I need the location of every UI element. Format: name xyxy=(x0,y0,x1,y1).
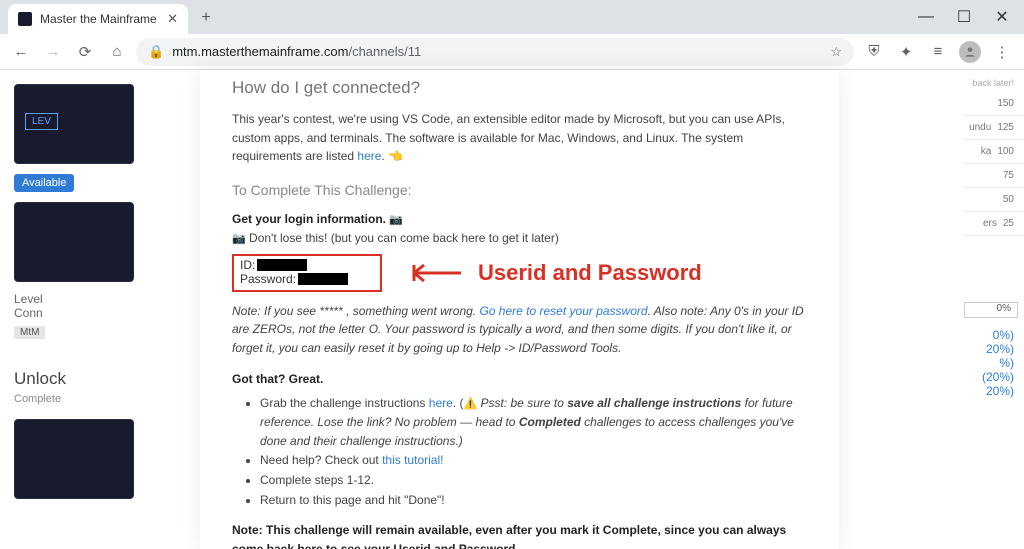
level-card[interactable]: LEV xyxy=(14,84,134,164)
tab-title: Master the Mainframe xyxy=(40,12,157,26)
name-frag: undu xyxy=(969,122,991,133)
credentials-box: ID: Password: xyxy=(232,254,382,292)
minimize-icon[interactable]: — xyxy=(908,3,944,31)
stat-link[interactable]: 20%) xyxy=(964,342,1024,356)
sub-heading: To Complete This Challenge: xyxy=(232,182,807,198)
stat-link[interactable]: (20%) xyxy=(964,370,1024,384)
score: 100 xyxy=(997,146,1014,157)
score: 150 xyxy=(997,98,1014,109)
extensions-icon[interactable]: ✦ xyxy=(892,39,920,65)
card-label: Conn xyxy=(14,306,190,320)
password-label: Password: xyxy=(240,272,296,286)
annotation: Userid and Password xyxy=(406,260,702,286)
window-controls: — ☐ ✕ xyxy=(908,0,1024,34)
password-redacted xyxy=(298,273,348,285)
shield-icon[interactable]: ⛨ xyxy=(860,39,888,65)
page-body: LEV Available Level Conn MtM Unlock Comp… xyxy=(0,70,1024,549)
list-item: Need help? Check out this tutorial! xyxy=(260,451,807,470)
forward-icon[interactable]: → xyxy=(40,39,66,65)
note-reset: Note: If you see ***** , something went … xyxy=(232,302,807,358)
dont-lose-line: 📷 Don't lose this! (but you can come bac… xyxy=(232,229,807,248)
home-icon[interactable]: ⌂ xyxy=(104,39,130,65)
maximize-icon[interactable]: ☐ xyxy=(946,3,982,31)
heading-connected: How do I get connected? xyxy=(232,78,807,98)
instructions-link[interactable]: here xyxy=(429,396,453,410)
mtm-tag: MtM xyxy=(14,326,45,339)
text: Don't lose this! (but you can come back … xyxy=(246,231,559,245)
card-label: Level xyxy=(14,292,190,306)
reload-icon[interactable]: ⟳ xyxy=(72,39,98,65)
back-later-text: back later! xyxy=(964,70,1024,92)
text-bold: Completed xyxy=(519,415,581,429)
new-tab-button[interactable]: + xyxy=(194,6,218,30)
text: Note: If you see ***** , something went … xyxy=(232,304,479,318)
browser-tab[interactable]: Master the Mainframe ✕ xyxy=(8,4,188,34)
annotation-text: Userid and Password xyxy=(478,260,702,286)
unlock-sub: Complete xyxy=(14,393,190,405)
challenge-modal: How do I get connected? This year's cont… xyxy=(200,70,839,549)
text: . ( xyxy=(453,396,464,410)
list-item: Complete steps 1-12. xyxy=(260,471,807,490)
score: 25 xyxy=(1003,218,1014,229)
text: Psst: be sure to xyxy=(477,396,567,410)
level-card[interactable] xyxy=(14,419,134,499)
system-req-link[interactable]: here xyxy=(357,149,381,163)
level-card[interactable] xyxy=(14,202,134,282)
browser-navbar: ← → ⟳ ⌂ 🔒 mtm.masterthemainframe.com/cha… xyxy=(0,34,1024,70)
unlock-heading: Unlock xyxy=(14,369,190,389)
progress-text: 0% xyxy=(997,303,1011,314)
background-sidebar: LEV Available Level Conn MtM Unlock Comp… xyxy=(0,70,190,549)
text: Grab the challenge instructions xyxy=(260,396,429,410)
score: 50 xyxy=(1003,194,1014,205)
address-bar[interactable]: 🔒 mtm.masterthemainframe.com/channels/11… xyxy=(136,38,854,66)
text: This year's contest, we're using VS Code… xyxy=(232,112,785,163)
score: 125 xyxy=(997,122,1014,133)
stat-link[interactable]: 20%) xyxy=(964,384,1024,398)
steps-list: Grab the challenge instructions here. (⚠… xyxy=(260,394,807,509)
stat-link[interactable]: 0%) xyxy=(964,328,1024,342)
lock-icon: 🔒 xyxy=(148,44,164,60)
pointing-hand-icon: 👈 xyxy=(388,149,403,163)
got-that: Got that? Great. xyxy=(232,370,807,389)
tutorial-link[interactable]: this tutorial! xyxy=(382,453,443,467)
tab-favicon xyxy=(18,12,32,26)
reset-password-link[interactable]: Go here to reset your password xyxy=(479,304,647,318)
available-badge: Available xyxy=(14,174,74,192)
url-domain: mtm.masterthemainframe.com xyxy=(172,44,348,59)
text: Need help? Check out xyxy=(260,453,382,467)
get-login-line: Get your login information. 📷 xyxy=(232,210,807,229)
note-remain: Note: This challenge will remain availab… xyxy=(232,521,807,549)
camera-icon: 📷 xyxy=(389,214,403,226)
list-item: Return to this page and hit "Done"! xyxy=(260,491,807,510)
score: 75 xyxy=(1003,170,1014,181)
camera-icon: 📷 xyxy=(232,233,246,245)
id-redacted xyxy=(257,259,307,271)
name-frag: ka xyxy=(981,146,992,157)
intro-paragraph: This year's contest, we're using VS Code… xyxy=(232,110,807,166)
arrow-left-icon xyxy=(406,261,462,285)
warning-icon: ⚠️ xyxy=(463,398,477,410)
bookmark-star-icon[interactable]: ☆ xyxy=(830,44,842,60)
list-item: Grab the challenge instructions here. (⚠… xyxy=(260,394,807,450)
text-bold: Get your login information. xyxy=(232,212,386,226)
menu-icon[interactable]: ⋮ xyxy=(988,39,1016,65)
id-label: ID: xyxy=(240,258,255,272)
close-window-icon[interactable]: ✕ xyxy=(984,3,1020,31)
profile-avatar[interactable] xyxy=(956,39,984,65)
reading-list-icon[interactable]: ≡ xyxy=(924,39,952,65)
background-leaderboard: back later! 150 undu 125 ka 100 75 50 ers 2… xyxy=(964,70,1024,549)
url-path: /channels/11 xyxy=(348,44,421,59)
text-bold: save all challenge instructions xyxy=(567,396,741,410)
name-frag: ers xyxy=(983,218,997,229)
progress-bar: 0% xyxy=(964,302,1018,318)
browser-titlebar: Master the Mainframe ✕ + — ☐ ✕ xyxy=(0,0,1024,34)
tab-close-icon[interactable]: ✕ xyxy=(167,11,178,27)
back-icon[interactable]: ← xyxy=(8,39,34,65)
stat-link[interactable]: %) xyxy=(964,356,1024,370)
